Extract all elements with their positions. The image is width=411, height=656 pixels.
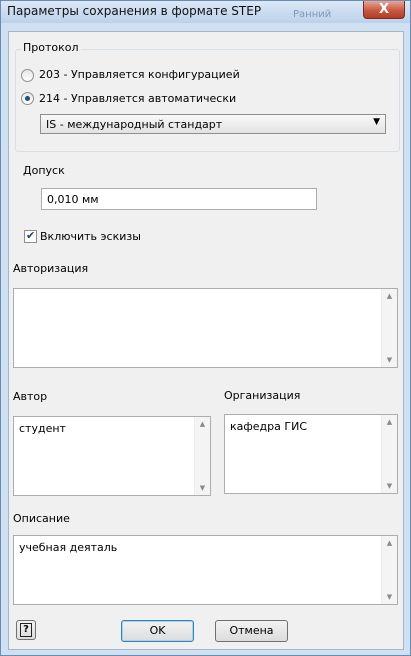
description-value: учебная деяталь [19,541,118,554]
scroll-down-icon[interactable]: ▼ [382,482,397,490]
help-button[interactable]: ? [16,620,36,640]
radio-selected-dot [25,96,30,101]
organization-value: кафедра ГИС [230,420,307,433]
protocol-group-label: Протокол [21,41,81,54]
description-label: Описание [13,512,70,525]
scroll-up-icon[interactable]: ▲ [382,292,397,300]
scroll-down-icon[interactable]: ▼ [382,593,397,601]
authorization-scrollbar[interactable]: ▲ ▼ [381,289,397,367]
include-sketches-label[interactable]: Включить эскизы [40,230,141,243]
organization-scrollbar[interactable]: ▲ ▼ [381,415,397,493]
organization-label: Организация [224,389,301,402]
dialog-body: Протокол 203 - Управляется конфигурацией… [8,31,404,650]
description-scrollbar[interactable]: ▲ ▼ [381,536,397,604]
tolerance-value: 0,010 мм [47,193,99,206]
scroll-up-icon[interactable]: ▲ [382,418,397,426]
dialog-window: Параметры сохранения в формате STEP Ранн… [0,0,411,656]
help-icon: ? [20,623,32,637]
author-scrollbar[interactable]: ▲ ▼ [194,417,210,495]
close-icon: X [378,2,390,17]
authorization-textarea[interactable]: ▲ ▼ [13,288,398,368]
scroll-down-icon[interactable]: ▼ [195,484,210,492]
close-button[interactable]: X [363,1,405,19]
window-title: Параметры сохранения в формате STEP [7,4,262,18]
background-window-title: Ранний [293,9,332,20]
organization-textarea[interactable]: кафедра ГИС ▲ ▼ [224,414,398,494]
protocol-214-radio[interactable] [21,92,34,105]
protocol-214-label[interactable]: 214 - Управляется автоматически [39,92,236,105]
description-textarea[interactable]: учебная деяталь ▲ ▼ [13,535,398,605]
include-sketches-checkbox[interactable]: ✔ [24,229,37,243]
authorization-label: Авторизация [13,262,89,275]
title-bar[interactable]: Параметры сохранения в формате STEP Ранн… [1,1,410,23]
standard-dropdown-value: IS - международный стандарт [46,118,223,131]
ok-button[interactable]: OK [121,620,194,642]
cancel-button[interactable]: Отмена [215,620,288,642]
scroll-down-icon[interactable]: ▼ [382,356,397,364]
author-label: Автор [13,390,48,403]
scroll-up-icon[interactable]: ▲ [195,420,210,428]
author-value: студент [19,422,66,435]
scroll-up-icon[interactable]: ▲ [382,539,397,547]
standard-dropdown[interactable]: IS - международный стандарт ▼ [40,114,386,134]
tolerance-input[interactable]: 0,010 мм [41,188,317,210]
protocol-203-label[interactable]: 203 - Управляется конфигурацией [39,68,240,81]
chevron-down-icon: ▼ [373,117,380,127]
author-textarea[interactable]: студент ▲ ▼ [13,416,211,496]
checkmark-icon: ✔ [26,229,36,242]
protocol-203-radio[interactable] [21,69,34,82]
tolerance-label: Допуск [23,164,65,177]
